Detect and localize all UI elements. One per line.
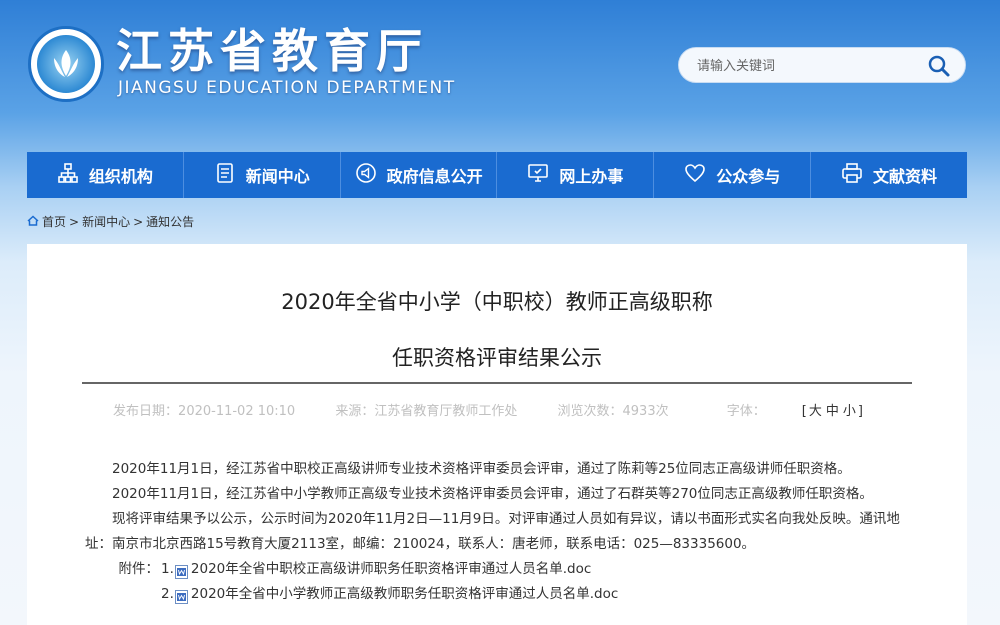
word-doc-icon: [174, 563, 188, 579]
search-box: [678, 47, 966, 83]
attachment-number: 1.: [161, 561, 174, 577]
breadcrumb-home[interactable]: 首页: [42, 213, 66, 230]
nav-item-org[interactable]: 组织机构: [27, 152, 184, 198]
org-chart-icon: [57, 162, 79, 188]
font-size-control: 字体：[大中小]: [726, 404, 863, 419]
attachment-link[interactable]: 2020年全省中职校正高级讲师职务任职资格评审通过人员名单.doc: [191, 557, 591, 582]
search-input[interactable]: [697, 56, 917, 76]
nav-item-participation[interactable]: 公众参与: [654, 152, 812, 198]
title-divider: [82, 382, 912, 384]
attachment-row: 2. 2020年全省中小学教师正高级教师职务任职资格评审通过人员名单.doc: [85, 582, 915, 607]
font-size-medium[interactable]: 中: [826, 404, 839, 419]
article-title-line1: 2020年全省中小学（中职校）教师正高级职称: [281, 290, 713, 314]
article-meta: 发布日期：2020-11-02 10:10 来源：江苏省教育厅教师工作处 浏览次…: [27, 400, 967, 419]
article-body: 2020年11月1日，经江苏省中职校正高级讲师专业技术资格评审委员会评审，通过了…: [85, 457, 915, 607]
article-card: 2020年全省中小学（中职校）教师正高级职称 任职资格评审结果公示 发布日期：2…: [27, 244, 967, 625]
article-title-line2: 任职资格评审结果公示: [392, 346, 602, 370]
nav-item-news[interactable]: 新闻中心: [183, 152, 341, 198]
home-icon: [27, 214, 39, 229]
view-count: 浏览次数：4933次: [557, 404, 669, 419]
monitor-icon: [527, 162, 549, 188]
nav-item-online-service[interactable]: 网上办事: [497, 152, 655, 198]
font-size-small[interactable]: 小: [843, 404, 856, 419]
breadcrumb-separator: >: [133, 214, 144, 229]
breadcrumb-item-news[interactable]: 新闻中心: [82, 213, 130, 230]
breadcrumb-item-notices[interactable]: 通知公告: [146, 213, 194, 230]
article-source: 来源：江苏省教育厅教师工作处: [335, 404, 518, 419]
nav-label: 网上办事: [559, 167, 624, 186]
nav-item-documents[interactable]: 文献资料: [811, 152, 967, 198]
logo-emblem-icon: [37, 35, 95, 93]
site-title: 江苏省教育厅: [116, 24, 428, 78]
publish-date: 发布日期：2020-11-02 10:10: [113, 404, 296, 419]
document-icon: [214, 162, 236, 188]
nav-item-gov-info[interactable]: 政府信息公开: [340, 152, 498, 198]
font-size-label: 字体：: [726, 404, 766, 419]
font-size-large[interactable]: 大: [809, 404, 822, 419]
site-header: 江苏省教育厅 JIANGSU EDUCATION DEPARTMENT: [0, 0, 1000, 150]
attachments-label: 附件：: [118, 561, 160, 577]
breadcrumb-separator: >: [69, 214, 80, 229]
heart-icon: [684, 162, 706, 188]
paragraph: 2020年11月1日，经江苏省中小学教师正高级专业技术资格评审委员会评审，通过了…: [112, 486, 873, 502]
site-logo[interactable]: [28, 26, 104, 102]
word-doc-icon: [174, 588, 188, 604]
nav-label: 公众参与: [716, 167, 781, 186]
breadcrumb: 首页 > 新闻中心 > 通知公告: [27, 213, 194, 230]
nav-label: 组织机构: [88, 167, 153, 186]
main-nav: 组织机构 新闻中心 政府信息公开 网上办事 公众参与 文献资料: [27, 152, 967, 198]
paragraph: 现将评审结果予以公示，公示时间为2020年11月2日—11月9日。对评审通过人员…: [85, 511, 900, 552]
nav-label: 文献资料: [873, 167, 938, 186]
site-subtitle: JIANGSU EDUCATION DEPARTMENT: [118, 78, 456, 98]
paragraph: 2020年11月1日，经江苏省中职校正高级讲师专业技术资格评审委员会评审，通过了…: [112, 461, 851, 477]
megaphone-icon: [355, 162, 377, 188]
nav-label: 新闻中心: [245, 167, 310, 186]
printer-icon: [841, 162, 863, 188]
nav-label: 政府信息公开: [386, 167, 483, 186]
search-icon[interactable]: [927, 54, 951, 78]
attachment-number: 2.: [161, 586, 174, 602]
attachment-link[interactable]: 2020年全省中小学教师正高级教师职务任职资格评审通过人员名单.doc: [191, 582, 618, 607]
attachment-row: 附件： 1. 2020年全省中职校正高级讲师职务任职资格评审通过人员名单.doc: [85, 557, 915, 582]
